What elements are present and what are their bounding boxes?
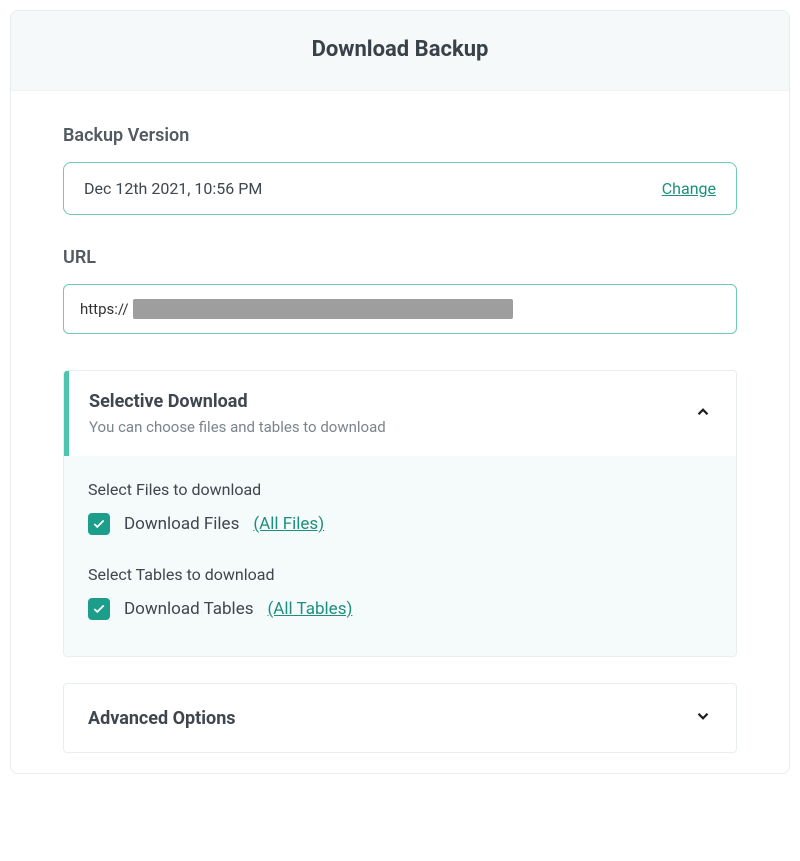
selective-title: Selective Download [89, 391, 386, 412]
chevron-up-icon [694, 402, 712, 426]
advanced-options-title: Advanced Options [88, 708, 236, 729]
url-redacted-value [133, 299, 513, 319]
download-files-row: Download Files (All Files) [88, 513, 712, 535]
page-title: Download Backup [31, 37, 769, 62]
card-body: Backup Version Dec 12th 2021, 10:56 PM C… [11, 91, 789, 773]
url-field[interactable]: https:// [63, 284, 737, 334]
card-header: Download Backup [11, 11, 789, 91]
all-tables-link[interactable]: (All Tables) [267, 599, 352, 619]
download-backup-card: Download Backup Backup Version Dec 12th … [10, 10, 790, 774]
selective-download-panel: Selective Download You can choose files … [63, 370, 737, 657]
backup-version-field: Dec 12th 2021, 10:56 PM Change [63, 162, 737, 215]
tables-heading: Select Tables to download [88, 565, 712, 584]
url-label: URL [63, 247, 737, 268]
download-tables-label: Download Tables [124, 599, 253, 619]
selective-download-body: Select Files to download Download Files … [64, 456, 736, 656]
files-heading: Select Files to download [88, 480, 712, 499]
backup-version-label: Backup Version [63, 125, 737, 146]
advanced-options-panel[interactable]: Advanced Options [63, 683, 737, 753]
download-tables-checkbox[interactable] [88, 598, 110, 620]
change-link[interactable]: Change [662, 179, 716, 198]
selective-header-text: Selective Download You can choose files … [89, 391, 386, 436]
selective-download-header[interactable]: Selective Download You can choose files … [64, 371, 736, 456]
url-prefix: https:// [80, 300, 129, 318]
download-files-label: Download Files [124, 514, 239, 534]
download-tables-row: Download Tables (All Tables) [88, 598, 712, 620]
download-files-checkbox[interactable] [88, 513, 110, 535]
chevron-down-icon [694, 706, 712, 730]
backup-version-value: Dec 12th 2021, 10:56 PM [84, 179, 262, 198]
all-files-link[interactable]: (All Files) [253, 514, 324, 534]
selective-subtitle: You can choose files and tables to downl… [89, 418, 386, 436]
